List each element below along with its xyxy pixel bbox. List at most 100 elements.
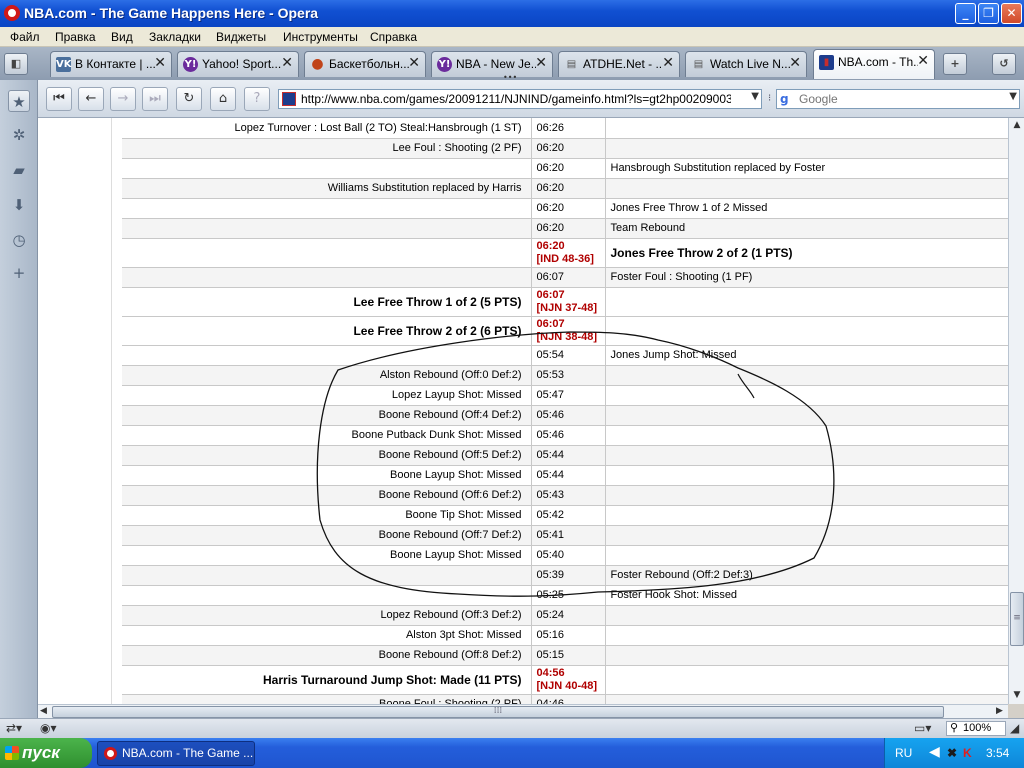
tab-watch-live[interactable]: ▤ Watch Live N... ✕ xyxy=(685,51,807,77)
turbo-gauge-icon[interactable]: ◉▾ xyxy=(40,721,57,735)
tab-label: NBA.com - Th... xyxy=(838,55,918,69)
menu-widgets[interactable]: Виджеты xyxy=(216,30,266,44)
menu-file[interactable]: Файл xyxy=(10,30,40,44)
game-clock: 06:20 xyxy=(536,239,565,252)
forward-arrow-icon[interactable]: → xyxy=(110,87,136,111)
kaspersky-icon[interactable]: K xyxy=(963,746,972,760)
scroll-down-arrow-icon[interactable]: ▼ xyxy=(1011,690,1023,700)
view-window-icon[interactable]: ▭▾ xyxy=(914,721,931,735)
game-clock: 06:20 xyxy=(536,222,565,234)
away-team-play xyxy=(122,218,532,239)
start-button[interactable]: пуск xyxy=(0,738,92,768)
game-clock-cell: 05:46 xyxy=(531,425,606,446)
game-clock-cell: 05:24 xyxy=(531,605,606,626)
close-tab-icon[interactable]: ✕ xyxy=(662,55,674,71)
panel-toggle-button[interactable]: ◧ xyxy=(4,53,28,75)
restore-button[interactable]: ❐ xyxy=(978,3,999,24)
game-clock-cell: 04:46 xyxy=(531,694,606,704)
tab-vkontakte[interactable]: VK В Контакте | ... ✕ xyxy=(50,51,172,77)
game-clock-cell: 05:46 xyxy=(531,405,606,426)
game-clock-cell: 06:20 xyxy=(531,218,606,239)
close-tab-icon[interactable]: ✕ xyxy=(917,53,929,69)
away-team-play: Boone Layup Shot: Missed xyxy=(122,465,532,486)
away-team-play xyxy=(122,198,532,219)
game-clock-cell: 06:07 [NJN 37-48] xyxy=(531,287,606,317)
menu-bookmarks[interactable]: Закладки xyxy=(149,30,201,44)
language-indicator[interactable]: RU xyxy=(895,746,912,760)
rewind-icon[interactable]: ⏮ xyxy=(46,87,72,111)
away-team-play xyxy=(122,238,532,268)
game-clock: 05:47 xyxy=(536,389,565,401)
menu-help[interactable]: Справка xyxy=(370,30,417,44)
clock: 3:54 xyxy=(986,746,1010,760)
taskbar-item-opera[interactable]: NBA.com - The Game ... xyxy=(97,741,255,766)
tray-tool-icon[interactable]: ✖ xyxy=(947,746,957,760)
score-update: [IND 48-36] xyxy=(536,252,594,265)
resize-grip-icon[interactable]: ◢ xyxy=(1010,721,1019,735)
close-window-button[interactable]: ✕ xyxy=(1001,3,1022,24)
away-team-play xyxy=(122,565,532,586)
play-row: Williams Substitution replaced by Harris… xyxy=(122,178,1008,199)
home-team-play xyxy=(605,625,1008,646)
vertical-scroll-thumb[interactable]: ≡ xyxy=(1010,592,1024,646)
tab-yahoo-sport[interactable]: Y! Yahoo! Sport... ✕ xyxy=(177,51,299,77)
game-clock-cell: 05:44 xyxy=(531,465,606,486)
add-panel-plus-icon[interactable]: + xyxy=(8,262,30,284)
tab-nba-new-jersey[interactable]: Y! NBA - New Je... ✕ xyxy=(431,51,553,77)
scroll-up-arrow-icon[interactable]: ▲ xyxy=(1011,120,1023,130)
search-input[interactable] xyxy=(799,91,989,107)
close-tab-icon[interactable]: ✕ xyxy=(535,55,547,71)
minimize-button[interactable]: _ xyxy=(955,3,976,24)
horizontal-scroll-thumb[interactable]: ⁞⁞⁞ xyxy=(52,706,944,718)
close-tab-icon[interactable]: ✕ xyxy=(281,55,293,71)
opera-logo-icon xyxy=(4,5,20,21)
close-tab-icon[interactable]: ✕ xyxy=(789,55,801,71)
home-team-play xyxy=(605,485,1008,506)
home-team-play xyxy=(605,694,1008,704)
game-clock: 05:46 xyxy=(536,429,565,441)
tab-atdhe[interactable]: ▤ ATDHE.Net - ... ✕ xyxy=(558,51,680,77)
new-tab-button[interactable]: + xyxy=(943,53,967,75)
bookmarks-star-icon[interactable]: ★ xyxy=(8,90,30,112)
tray-back-icon[interactable]: ◀ xyxy=(929,743,940,760)
menu-view[interactable]: Вид xyxy=(111,30,133,44)
tab-label: Баскетбольн... xyxy=(329,57,409,71)
notes-icon[interactable]: ▰ xyxy=(8,159,30,181)
home-team-play: Hansbrough Substitution replaced by Fost… xyxy=(605,158,1008,179)
game-clock: 06:07 xyxy=(536,317,565,330)
sync-arrows-icon[interactable]: ⇄▾ xyxy=(6,721,22,735)
address-dropdown-icon[interactable]: ▼ xyxy=(751,91,759,102)
url-input[interactable] xyxy=(301,91,731,107)
fast-forward-icon[interactable]: ⏭ xyxy=(142,87,168,111)
home-team-play xyxy=(605,178,1008,199)
back-arrow-icon[interactable]: ← xyxy=(78,87,104,111)
menu-edit[interactable]: Правка xyxy=(55,30,96,44)
menu-tools[interactable]: Инструменты xyxy=(283,30,358,44)
reload-icon[interactable]: ↻ xyxy=(176,87,202,111)
play-row: Lee Free Throw 2 of 2 (6 PTS) 06:07 [NJN 3… xyxy=(122,316,1008,346)
scroll-right-arrow-icon[interactable]: ▶ xyxy=(996,706,1003,716)
game-clock-cell: 05:43 xyxy=(531,485,606,506)
zoom-control[interactable]: ⚲ 100% xyxy=(946,721,1006,736)
close-tab-icon[interactable]: ✕ xyxy=(154,55,166,71)
security-lock-icon[interactable]: ? xyxy=(244,87,270,111)
game-clock-cell: 05:41 xyxy=(531,525,606,546)
widgets-gear-icon[interactable]: ✲ xyxy=(8,124,30,146)
tab-basketball[interactable]: ● Баскетбольн... ✕ xyxy=(304,51,426,77)
vertical-scrollbar[interactable]: ▲ ≡ ▼ xyxy=(1008,118,1024,704)
tab-nba-com[interactable]: ▮ NBA.com - Th... ✕ xyxy=(813,49,935,79)
tab-label: Watch Live N... xyxy=(710,57,790,71)
windows-flag-icon xyxy=(5,746,19,760)
closed-tabs-trash-icon[interactable]: ↺ xyxy=(992,53,1016,75)
address-bar[interactable]: ▼ xyxy=(278,89,762,109)
horizontal-scrollbar[interactable]: ◀ ⁞⁞⁞ ▶ xyxy=(38,704,1008,718)
downloads-arrow-icon[interactable]: ⬇ xyxy=(8,194,30,216)
toolbar-grip-icon: ⁝ xyxy=(768,93,772,104)
home-icon[interactable]: ⌂ xyxy=(210,87,236,111)
scroll-left-arrow-icon[interactable]: ◀ xyxy=(40,706,47,716)
away-team-play: Harris Turnaround Jump Shot: Made (11 PT… xyxy=(122,665,532,695)
history-clock-icon[interactable]: ◷ xyxy=(8,229,30,251)
close-tab-icon[interactable]: ✕ xyxy=(408,55,420,71)
search-dropdown-icon[interactable]: ▼ xyxy=(1009,91,1017,102)
search-box[interactable]: g ▼ xyxy=(776,89,1020,109)
